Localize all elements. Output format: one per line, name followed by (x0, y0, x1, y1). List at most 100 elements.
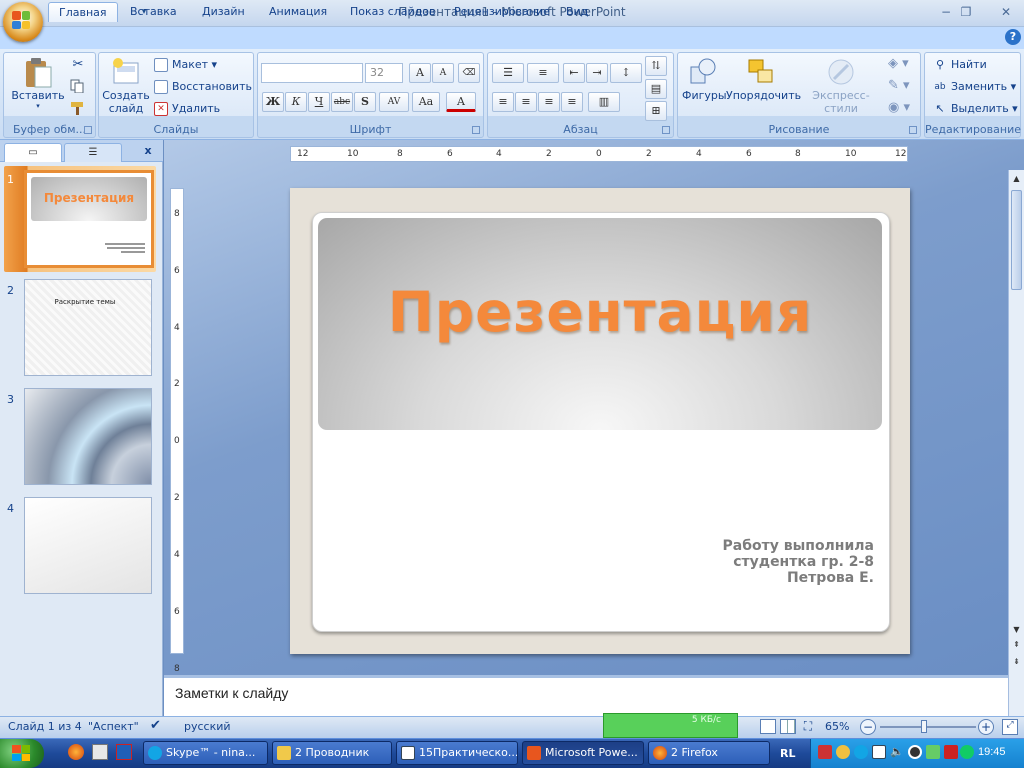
quick-styles-button[interactable]: Экспресс-стили (797, 57, 885, 115)
zoom-out-icon[interactable]: − (860, 719, 876, 735)
align-right-button[interactable]: ≡ (538, 92, 560, 112)
format-painter-icon[interactable] (70, 101, 86, 117)
copy-icon[interactable] (70, 79, 86, 95)
underline-button[interactable]: Ч (308, 92, 330, 112)
tab-slideshow[interactable]: Показ слайдов (340, 2, 446, 22)
clock[interactable]: 19:45 (978, 746, 1006, 758)
tray-network-icon[interactable] (872, 745, 886, 759)
bullets-button[interactable]: ☰ (492, 63, 524, 83)
slide-title[interactable]: Презентация (318, 280, 882, 344)
zoom-slider-thumb[interactable] (921, 720, 927, 733)
tab-home[interactable]: Главная (48, 2, 118, 22)
zoom-slider[interactable] (880, 720, 976, 733)
close-button[interactable]: ✕ (992, 3, 1020, 21)
tab-animation[interactable]: Анимация (259, 2, 337, 22)
slide-sorter-icon[interactable] (780, 719, 796, 734)
tray-app2-icon[interactable] (908, 745, 922, 759)
theme-name[interactable]: "Аспект" (88, 720, 139, 733)
slide-subtitle[interactable]: Работу выполнила студентка гр. 2-8 Петро… (560, 538, 874, 586)
tab-review[interactable]: Рецензирование (444, 2, 560, 22)
arrange-button[interactable]: Упорядочить (726, 57, 801, 102)
line-spacing-button[interactable]: ↕ (610, 63, 642, 83)
slide-thumbnail-2[interactable]: Раскрытие темы (24, 279, 152, 376)
firefox-quicklaunch-icon[interactable] (68, 744, 84, 760)
language-indicator[interactable]: русский (184, 720, 231, 733)
slide-thumbnail-3[interactable] (24, 388, 152, 485)
start-button[interactable] (0, 739, 44, 768)
shrink-font-button[interactable]: A (432, 63, 454, 83)
taskbar-item-document[interactable]: 15Практическо... (396, 741, 518, 765)
columns-button[interactable]: ▥ (588, 92, 620, 112)
tray-volume-icon[interactable]: 🔈 (890, 745, 904, 759)
tab-view[interactable]: Вид (556, 2, 598, 22)
numbering-button[interactable]: ≡ (527, 63, 559, 83)
select-button[interactable]: ↖ Выделить ▾ (933, 99, 1017, 119)
new-slide-button[interactable]: Создать слайд (102, 57, 150, 115)
slideshow-view-icon[interactable]: ⛶ (800, 719, 816, 734)
vertical-scrollbar[interactable]: ▲ ▼ ⇞ ⇟ (1008, 170, 1024, 675)
language-bar[interactable]: RL (780, 747, 795, 760)
taskbar-item-firefox[interactable]: 2 Firefox (648, 741, 770, 765)
smartart-icon[interactable]: ⊞ (645, 101, 667, 121)
zoom-level[interactable]: 65% (825, 720, 849, 733)
shadow-button[interactable]: S (354, 92, 376, 112)
align-left-button[interactable]: ≡ (492, 92, 514, 112)
font-size-combo[interactable]: 32 (365, 63, 403, 83)
previous-slide-icon[interactable]: ⇞ (1011, 640, 1022, 652)
shape-effects-icon[interactable]: ◉ ▾ (888, 100, 916, 118)
quicklaunch-app-icon[interactable] (116, 744, 132, 760)
cut-icon[interactable]: ✂ (70, 57, 86, 73)
help-icon[interactable]: ? (1005, 29, 1021, 45)
scroll-thumb[interactable] (1011, 190, 1022, 290)
strikethrough-button[interactable]: abc (331, 92, 353, 112)
notes-scrollbar[interactable] (1008, 675, 1024, 716)
dialog-launcher-icon[interactable] (909, 126, 917, 134)
font-color-button[interactable]: A (446, 92, 476, 112)
next-slide-icon[interactable]: ⇟ (1011, 657, 1022, 669)
restore-button[interactable]: ❐ (952, 3, 980, 21)
dialog-launcher-icon[interactable] (472, 126, 480, 134)
scroll-up-icon[interactable]: ▲ (1011, 174, 1022, 186)
reset-button[interactable]: Восстановить (154, 77, 252, 97)
paste-button[interactable]: Вставить ▾ (8, 57, 68, 110)
font-name-combo[interactable] (261, 63, 363, 83)
tray-app3-icon[interactable] (960, 745, 974, 759)
dialog-launcher-icon[interactable] (84, 126, 92, 134)
taskbar-item-powerpoint[interactable]: Microsoft Powe... (522, 741, 644, 765)
dialog-launcher-icon[interactable] (662, 126, 670, 134)
tab-design[interactable]: Дизайн (192, 2, 255, 22)
shape-outline-icon[interactable]: ✎ ▾ (888, 78, 916, 96)
tab-outline-icon[interactable]: ☰ (64, 143, 122, 162)
close-panel-icon[interactable]: x (140, 144, 156, 158)
notes-pane[interactable] (164, 675, 1008, 716)
tray-icq-icon[interactable] (836, 745, 850, 759)
bold-button[interactable]: Ж (262, 92, 284, 112)
fit-to-window-icon[interactable]: ⤢ (1002, 719, 1018, 735)
find-button[interactable]: ⚲ Найти (933, 55, 987, 75)
align-center-button[interactable]: ≡ (515, 92, 537, 112)
char-spacing-button[interactable]: AV (379, 92, 409, 112)
slide-thumbnail-4[interactable] (24, 497, 152, 594)
taskbar-item-explorer[interactable]: 2 Проводник (272, 741, 392, 765)
italic-button[interactable]: К (285, 92, 307, 112)
text-direction-icon[interactable]: ⇅ (645, 56, 667, 76)
normal-view-icon[interactable] (760, 719, 776, 734)
scroll-down-icon[interactable]: ▼ (1011, 625, 1022, 637)
align-text-icon[interactable]: ▤ (645, 79, 667, 99)
spellcheck-icon[interactable]: ✔ (150, 718, 161, 733)
tab-insert[interactable]: Вставка (120, 2, 187, 22)
increase-indent-button[interactable]: ⇥ (586, 63, 608, 83)
justify-button[interactable]: ≡ (561, 92, 583, 112)
layout-button[interactable]: Макет ▾ (154, 55, 217, 75)
tab-slides-icon[interactable]: ▭ (4, 143, 62, 162)
tray-app-icon[interactable] (818, 745, 832, 759)
delete-slide-button[interactable]: ✕ Удалить (154, 99, 220, 119)
shape-fill-icon[interactable]: ◈ ▾ (888, 56, 916, 74)
replace-button[interactable]: ab Заменить ▾ (933, 77, 1016, 97)
tray-battery-icon[interactable] (926, 745, 940, 759)
show-desktop-icon[interactable] (92, 744, 108, 760)
clear-format-button[interactable]: ⌫ (458, 63, 480, 83)
zoom-in-icon[interactable]: + (978, 719, 994, 735)
shapes-button[interactable]: Фигуры (682, 57, 727, 102)
decrease-indent-button[interactable]: ⇤ (563, 63, 585, 83)
